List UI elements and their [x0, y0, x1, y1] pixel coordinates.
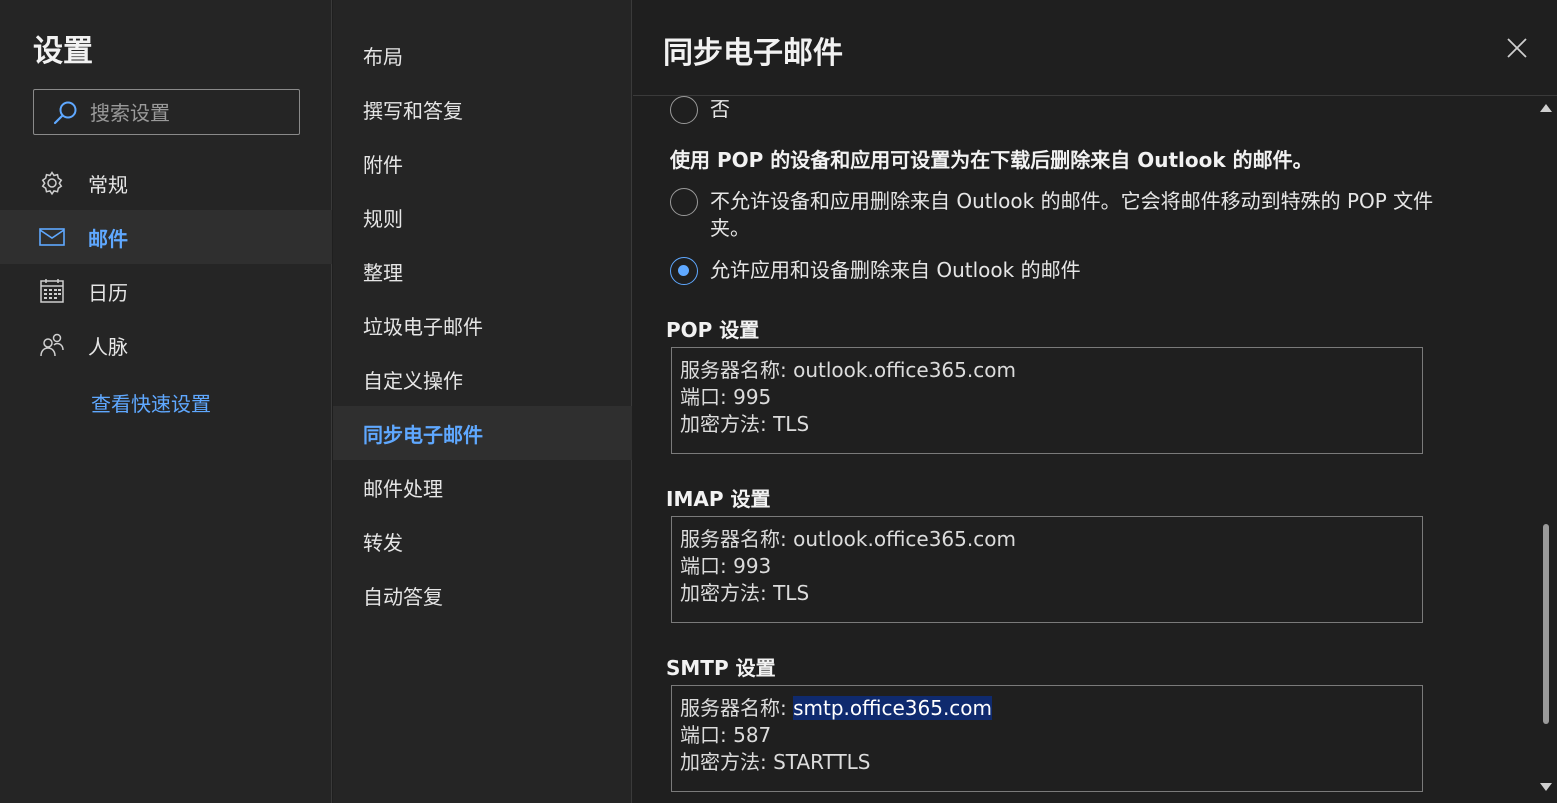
- gear-icon: [38, 169, 66, 197]
- pop-settings-box: 服务器名称: outlook.office365.com 端口: 995 加密方…: [671, 347, 1423, 454]
- scroll-down-arrow-icon[interactable]: [1540, 783, 1552, 791]
- mail-icon: [38, 223, 66, 251]
- category-mail-label: 邮件: [88, 226, 128, 251]
- pop-server-value[interactable]: outlook.office365.com: [793, 358, 1016, 382]
- radio-option-no[interactable]: 否: [670, 96, 730, 124]
- smtp-port: 端口: 587: [680, 723, 772, 747]
- radio-disallow-delete-label: 不允许设备和应用删除来自 Outlook 的邮件。它会将邮件移动到特殊的 POP…: [710, 189, 1434, 240]
- nav-layout[interactable]: 布局: [333, 28, 632, 82]
- smtp-settings-heading: SMTP 设置: [666, 656, 776, 680]
- smtp-settings-box: 服务器名称: smtp.office365.com 端口: 587 加密方法: …: [671, 685, 1423, 792]
- category-people[interactable]: 人脉: [0, 318, 332, 372]
- smtp-server-row: 服务器名称: smtp.office365.com: [680, 695, 1414, 722]
- scrollbar-thumb[interactable]: [1543, 524, 1549, 724]
- settings-content: 否 使用 POP 的设备和应用可设置为在下载后删除来自 Outlook 的邮件。…: [633, 96, 1535, 803]
- category-people-label: 人脉: [88, 334, 128, 359]
- scroll-up-arrow-icon[interactable]: [1540, 104, 1552, 112]
- server-label: 服务器名称:: [680, 527, 794, 551]
- mail-settings-nav: 布局 撰写和答复 附件 规则 整理 垃圾电子邮件 自定义操作 同步电子邮件 邮件…: [333, 0, 632, 803]
- search-icon: [53, 101, 77, 125]
- search-box[interactable]: [33, 89, 300, 135]
- nav-customize-actions[interactable]: 自定义操作: [333, 352, 632, 406]
- imap-encryption: 加密方法: TLS: [680, 581, 810, 605]
- pop-settings-heading: POP 设置: [666, 318, 760, 342]
- nav-junk-email[interactable]: 垃圾电子邮件: [333, 298, 632, 352]
- settings-title: 设置: [33, 34, 93, 69]
- pop-delete-question: 使用 POP 的设备和应用可设置为在下载后删除来自 Outlook 的邮件。: [670, 148, 1313, 172]
- radio-allow-delete[interactable]: 允许应用和设备删除来自 Outlook 的邮件: [670, 257, 1081, 285]
- category-general[interactable]: 常规: [0, 156, 332, 210]
- server-label: 服务器名称:: [680, 696, 794, 720]
- nav-forwarding[interactable]: 转发: [333, 514, 632, 568]
- category-general-label: 常规: [88, 172, 128, 197]
- smtp-server-value-selected[interactable]: smtp.office365.com: [793, 696, 993, 720]
- close-button[interactable]: [1505, 36, 1529, 60]
- nav-sync-email[interactable]: 同步电子邮件: [333, 406, 632, 460]
- calendar-icon: [38, 277, 66, 305]
- imap-server-value[interactable]: outlook.office365.com: [793, 527, 1016, 551]
- nav-rules[interactable]: 规则: [333, 190, 632, 244]
- radio-button[interactable]: [670, 96, 698, 124]
- smtp-encryption: 加密方法: STARTTLS: [680, 750, 871, 774]
- nav-sweep[interactable]: 整理: [333, 244, 632, 298]
- pop-encryption: 加密方法: TLS: [680, 412, 810, 436]
- nav-attachments[interactable]: 附件: [333, 136, 632, 190]
- imap-server-row: 服务器名称: outlook.office365.com: [680, 526, 1414, 553]
- radio-button-checked[interactable]: [670, 257, 698, 285]
- people-icon: [38, 331, 66, 359]
- radio-button[interactable]: [670, 188, 698, 216]
- nav-compose-reply[interactable]: 撰写和答复: [333, 82, 632, 136]
- sync-email-panel: 同步电子邮件 否 使用 POP 的设备和应用可设置为在下载后删除来自 Outlo…: [633, 0, 1557, 803]
- page-title: 同步电子邮件: [663, 36, 843, 71]
- vertical-scrollbar[interactable]: [1535, 96, 1557, 803]
- pop-server-row: 服务器名称: outlook.office365.com: [680, 357, 1414, 384]
- pop-port: 端口: 995: [680, 385, 772, 409]
- radio-disallow-delete[interactable]: 不允许设备和应用删除来自 Outlook 的邮件。它会将邮件移动到特殊的 POP…: [670, 188, 1450, 242]
- imap-settings-heading: IMAP 设置: [666, 487, 771, 511]
- server-label: 服务器名称:: [680, 358, 794, 382]
- radio-option-no-label: 否: [710, 97, 730, 121]
- view-quick-settings-link[interactable]: 查看快速设置: [91, 388, 211, 417]
- imap-settings-box: 服务器名称: outlook.office365.com 端口: 993 加密方…: [671, 516, 1423, 623]
- settings-category-pane: 设置 常规 邮件: [0, 0, 332, 803]
- category-calendar[interactable]: 日历: [0, 264, 332, 318]
- radio-allow-delete-label: 允许应用和设备删除来自 Outlook 的邮件: [710, 258, 1081, 282]
- nav-automatic-replies[interactable]: 自动答复: [333, 568, 632, 622]
- close-icon: [1507, 38, 1527, 58]
- imap-port: 端口: 993: [680, 554, 772, 578]
- nav-message-handling[interactable]: 邮件处理: [333, 460, 632, 514]
- search-input[interactable]: [88, 98, 292, 128]
- category-mail[interactable]: 邮件: [0, 210, 332, 264]
- category-calendar-label: 日历: [88, 280, 128, 305]
